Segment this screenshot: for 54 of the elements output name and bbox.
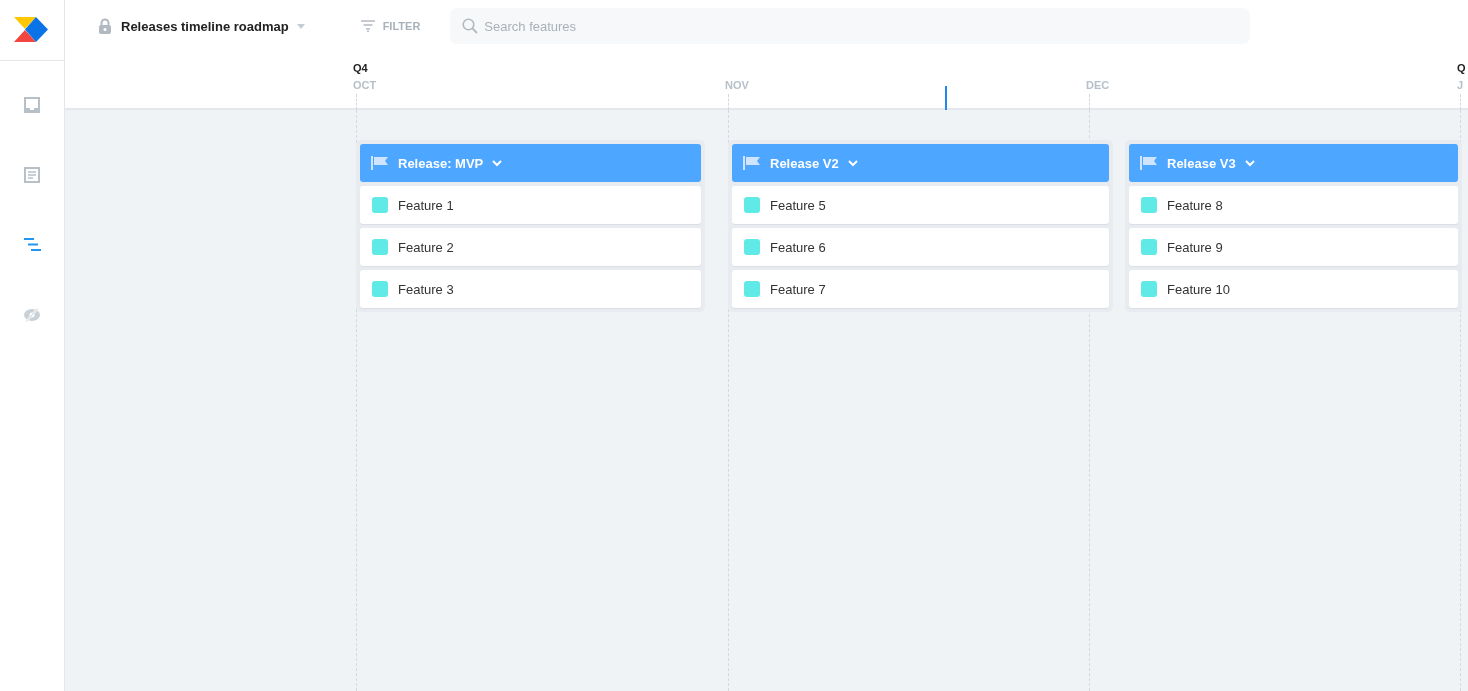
month-label: OCT: [353, 79, 377, 91]
release-name: Release V2: [770, 155, 839, 171]
feature-card[interactable]: Feature 5: [732, 186, 1109, 224]
feature-card[interactable]: Feature 6: [732, 228, 1109, 266]
month-label: NOV: [725, 79, 749, 91]
release-name: Release: MVP: [398, 155, 484, 171]
flag-icon: [371, 156, 389, 170]
feature-name: Feature 6: [770, 239, 826, 255]
search-field[interactable]: Search features: [450, 8, 1251, 44]
feature-color-swatch: [372, 197, 388, 213]
hidden-eye-icon: [23, 305, 41, 324]
chevron-down-icon: [847, 159, 858, 167]
feature-name: Feature 9: [1167, 239, 1223, 255]
board-title[interactable]: Releases timeline roadmap: [121, 18, 289, 34]
feature-color-swatch: [1141, 197, 1157, 213]
feature-card[interactable]: Feature 8: [1129, 186, 1458, 224]
feature-name: Feature 5: [770, 197, 826, 213]
search-icon: [462, 18, 479, 34]
feature-color-swatch: [1141, 239, 1157, 255]
feature-color-swatch: [1141, 281, 1157, 297]
caret-icon[interactable]: [296, 23, 305, 29]
today-marker: [945, 86, 947, 110]
chevron-down-icon: [1244, 159, 1255, 167]
feature-card[interactable]: Feature 10: [1129, 270, 1458, 308]
feature-name: Feature 8: [1167, 197, 1223, 213]
feature-color-swatch: [744, 197, 760, 213]
feature-name: Feature 10: [1167, 281, 1230, 297]
feature-card[interactable]: Feature 1: [360, 186, 701, 224]
filter-icon: [360, 20, 375, 32]
feature-card[interactable]: Feature 2: [360, 228, 701, 266]
feature-name: Feature 3: [398, 281, 454, 297]
flag-icon: [743, 156, 761, 170]
month-label: DEC: [1086, 79, 1110, 91]
feature-color-swatch: [744, 239, 760, 255]
feature-card[interactable]: Feature 9: [1129, 228, 1458, 266]
release-name: Release V3: [1167, 155, 1236, 171]
feature-card[interactable]: Feature 7: [732, 270, 1109, 308]
document-icon: [24, 166, 40, 183]
feature-name: Feature 2: [398, 239, 454, 255]
chevron-down-icon: [492, 159, 503, 167]
roadmap-icon: [23, 238, 41, 251]
logo-icon[interactable]: [14, 17, 50, 43]
quarter-label: Q4: [353, 62, 368, 74]
inbox-icon: [23, 95, 41, 114]
lock-icon: [97, 18, 113, 34]
month-label: J: [1457, 79, 1464, 91]
feature-name: Feature 1: [398, 197, 454, 213]
feature-card[interactable]: Feature 3: [360, 270, 701, 308]
feature-color-swatch: [744, 281, 760, 297]
feature-color-swatch: [372, 281, 388, 297]
feature-name: Feature 7: [770, 281, 826, 297]
feature-color-swatch: [372, 239, 388, 255]
flag-icon: [1140, 156, 1158, 170]
quarter-label: Q: [1457, 62, 1466, 74]
